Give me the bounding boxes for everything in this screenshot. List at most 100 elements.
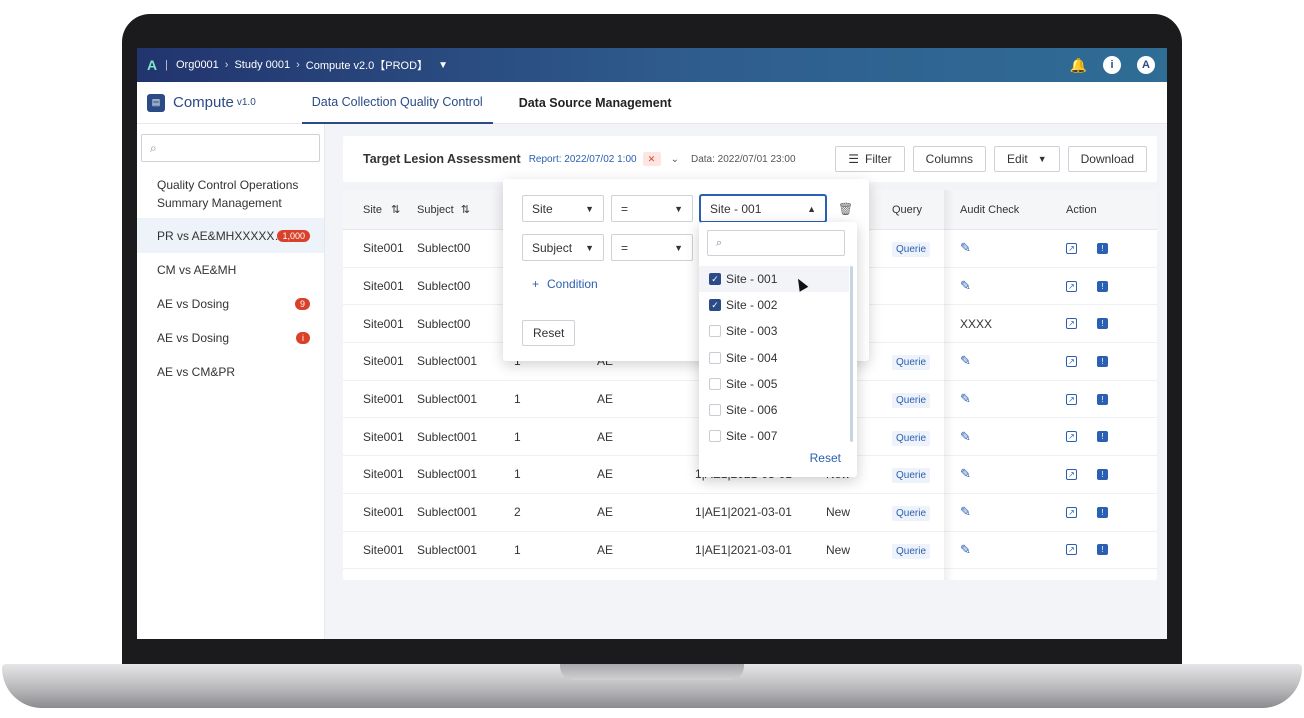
checkbox-icon[interactable] — [709, 430, 721, 443]
query-chip[interactable]: Querie — [892, 506, 931, 522]
breadcrumb-org[interactable]: Org0001 — [176, 59, 219, 71]
toolbar: Target Lesion Assessment Report: 2022/07… — [343, 136, 1157, 182]
sidebar-search-input[interactable]: ⌕ — [141, 134, 320, 162]
open-external-icon[interactable]: ↗ — [1066, 431, 1077, 443]
comment-icon[interactable]: ! — [1097, 242, 1108, 254]
sidebar-item-ae-vs-cm[interactable]: AE vs CM&PR — [137, 355, 324, 389]
query-chip[interactable]: Querie — [892, 355, 931, 371]
comment-icon[interactable]: ! — [1097, 393, 1108, 405]
info-icon[interactable]: i — [1103, 56, 1121, 74]
open-external-icon[interactable]: ↗ — [1066, 355, 1077, 367]
checkbox-icon[interactable] — [709, 404, 721, 416]
edit-pen-icon[interactable]: ✎ — [960, 542, 971, 557]
edit-pen-icon[interactable]: ✎ — [960, 240, 971, 255]
edit-pen-icon[interactable]: ✎ — [960, 353, 971, 368]
header-subject[interactable]: Subject ⇅ — [417, 203, 514, 216]
dropdown-option[interactable]: Site - 006 — [699, 397, 849, 423]
comment-icon[interactable]: ! — [1097, 468, 1108, 480]
cell-action: ↗! — [1042, 280, 1157, 292]
dropdown-scrollbar[interactable] — [850, 266, 853, 442]
tab-data-source-management[interactable]: Data Source Management — [509, 82, 682, 124]
cell-site: Site001 — [363, 316, 404, 331]
comment-icon[interactable]: ! — [1097, 318, 1108, 330]
filter-button[interactable]: ☰ Filter — [835, 146, 905, 172]
dropdown-option[interactable]: ✓ Site - 001 — [699, 266, 849, 292]
edit-button[interactable]: Edit ▼ — [994, 146, 1060, 172]
filter-field-select-2[interactable]: Subject ▼ — [522, 234, 604, 261]
checkbox-icon[interactable] — [709, 325, 721, 338]
edit-pen-icon[interactable]: ✎ — [960, 429, 971, 444]
brand-logo-icon[interactable]: A — [147, 57, 157, 73]
report-date[interactable]: Report: 2022/07/02 1:00 — [529, 154, 637, 165]
table-row[interactable]: Site001 Sublect001 2 AE 1|AE1|2021-03-01 New Q… — [343, 494, 1157, 532]
tab-data-collection-qc[interactable]: Data Collection Quality Control — [301, 82, 493, 124]
filter-field-select[interactable]: Site ▼ — [522, 195, 604, 222]
checkbox-icon[interactable]: ✓ — [709, 299, 721, 312]
caret-down-icon[interactable]: ▼ — [438, 60, 448, 71]
sort-icon[interactable]: ⇅ — [391, 204, 400, 216]
open-external-icon[interactable]: ↗ — [1066, 280, 1077, 292]
query-chip[interactable]: Querie — [892, 242, 931, 258]
comment-icon[interactable]: ! — [1097, 506, 1108, 518]
add-condition-button[interactable]: + Condition — [532, 277, 598, 291]
dropdown-option[interactable]: Site - 003 — [699, 318, 849, 344]
comment-icon[interactable]: ! — [1097, 431, 1108, 443]
query-chip[interactable]: Querie — [892, 468, 931, 484]
filter-reset-button[interactable]: Reset — [522, 320, 576, 346]
dropdown-option[interactable]: Site - 004 — [699, 345, 849, 371]
sidebar-item-cm-vs-ae[interactable]: CM vs AE&MH — [137, 253, 324, 287]
breadcrumb-study[interactable]: Study 0001 — [234, 59, 290, 71]
cell-type: AE — [597, 392, 614, 407]
comment-icon[interactable]: ! — [1097, 280, 1108, 292]
filter-value-select[interactable]: Site - 001 ▲ — [700, 195, 826, 222]
table-row[interactable]: Site001 Sublect001 1 AE 1|AE1|2021-03-01 New Q… — [343, 532, 1157, 570]
edit-pen-icon[interactable]: ✎ — [960, 391, 971, 406]
open-external-icon[interactable]: ↗ — [1066, 393, 1077, 405]
bell-icon[interactable]: 🔔 — [1070, 57, 1087, 74]
edit-pen-icon[interactable]: ✎ — [960, 504, 971, 519]
comment-icon[interactable]: ! — [1097, 544, 1108, 556]
columns-button[interactable]: Columns — [912, 146, 987, 172]
sidebar-item-pr-vs-ae[interactable]: PR vs AE&MHXXXXX… 1,000 — [137, 219, 324, 253]
site-dropdown: ⌕ ✓ Site - 001 ✓ Site - 002 Site - 003 Site -… — [699, 222, 857, 477]
cell-subject: Sublect001 — [417, 429, 478, 444]
checkbox-icon[interactable] — [709, 351, 721, 364]
header-site[interactable]: Site ⇅ — [343, 203, 417, 216]
sidebar-item-ae-vs-dosing-2[interactable]: AE vs Dosing i — [137, 321, 324, 355]
open-external-icon[interactable]: ↗ — [1066, 544, 1077, 556]
checkbox-icon[interactable] — [709, 377, 721, 390]
download-button[interactable]: Download — [1067, 146, 1147, 172]
edit-pen-icon[interactable]: ✎ — [960, 466, 971, 481]
edit-pen-icon[interactable]: ✎ — [960, 278, 971, 293]
breadcrumb-compute[interactable]: Compute v2.0【PROD】 — [306, 57, 428, 73]
dropdown-search-input[interactable]: ⌕ — [707, 230, 845, 256]
filter-operator-select[interactable]: = ▼ — [611, 195, 693, 222]
cell-site: Site001 — [363, 429, 404, 444]
caret-down-icon: ▼ — [674, 242, 683, 253]
header-audit-check: Audit Check — [960, 203, 1020, 216]
query-chip[interactable]: Querie — [892, 543, 931, 559]
open-external-icon[interactable]: ↗ — [1066, 318, 1077, 330]
sidebar-item-ae-vs-dosing[interactable]: AE vs Dosing 9 — [137, 287, 324, 321]
dropdown-option[interactable]: Site - 005 — [699, 371, 849, 397]
dropdown-reset-button[interactable]: Reset — [810, 451, 841, 465]
delete-condition-icon[interactable]: 🗑 — [838, 202, 853, 216]
dropdown-option[interactable]: ✓ Site - 002 — [699, 292, 849, 318]
open-external-icon[interactable]: ↗ — [1066, 468, 1077, 480]
edit-label: Edit — [1007, 152, 1028, 166]
comment-icon[interactable]: ! — [1097, 355, 1108, 367]
checkbox-icon[interactable]: ✓ — [709, 273, 721, 285]
cell-type: AE — [597, 542, 614, 557]
dropdown-option[interactable]: Site - 007 — [699, 423, 849, 449]
filter-operator-select-2[interactable]: = ▼ — [611, 234, 693, 261]
sort-icon[interactable]: ⇅ — [461, 204, 470, 216]
user-avatar[interactable]: A — [1137, 56, 1155, 74]
select-value: Site — [532, 201, 553, 216]
chevron-down-icon[interactable]: ⌄ — [671, 154, 679, 165]
query-chip[interactable]: Querie — [892, 430, 931, 446]
cell-discover: New — [826, 505, 851, 520]
open-external-icon[interactable]: ↗ — [1066, 506, 1077, 518]
open-external-icon[interactable]: ↗ — [1066, 242, 1077, 254]
alert-icon[interactable]: ✕ — [642, 152, 661, 166]
query-chip[interactable]: Querie — [892, 393, 931, 409]
